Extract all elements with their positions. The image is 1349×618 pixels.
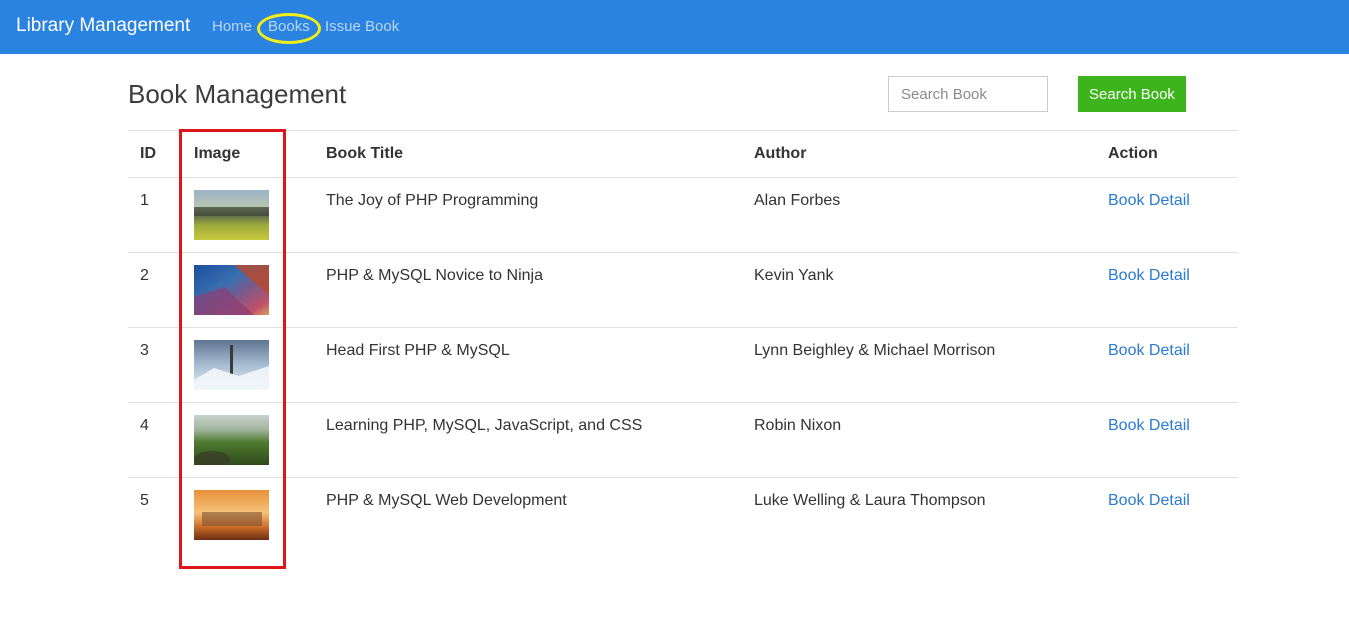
cell-book-title: Head First PHP & MySQL: [314, 327, 742, 403]
cell-action: Book Detail: [1096, 252, 1238, 328]
cell-id: 2: [128, 252, 182, 328]
header-author: Author: [742, 130, 1096, 178]
table-header-row: ID Image Book Title Author Action: [128, 130, 1238, 178]
book-detail-link[interactable]: Book Detail: [1108, 192, 1190, 209]
cell-id: 5: [128, 477, 182, 553]
cell-book-title: PHP & MySQL Novice to Ninja: [314, 252, 742, 328]
cell-id: 4: [128, 402, 182, 478]
cell-id: 3: [128, 327, 182, 403]
table-row: 5 PHP & MySQL Web Development Luke Welli…: [128, 477, 1238, 553]
book-detail-link[interactable]: Book Detail: [1108, 417, 1190, 434]
header-action: Action: [1096, 130, 1238, 178]
table-row: 4 Learning PHP, MySQL, JavaScript, and C…: [128, 402, 1238, 478]
book-detail-link[interactable]: Book Detail: [1108, 267, 1190, 284]
navbar: Library Management Home Books Issue Book: [0, 0, 1349, 54]
nav-link-home[interactable]: Home: [212, 18, 252, 35]
cell-book-title: PHP & MySQL Web Development: [314, 477, 742, 553]
table-row: 1 The Joy of PHP Programming Alan Forbes…: [128, 177, 1238, 253]
navbar-brand[interactable]: Library Management: [16, 15, 190, 37]
cell-author: Alan Forbes: [742, 177, 1096, 253]
cell-book-title: The Joy of PHP Programming: [314, 177, 742, 253]
highlight-ellipse-annotation: [257, 13, 321, 44]
table-row: 3 Head First PHP & MySQL Lynn Beighley &…: [128, 327, 1238, 403]
table-row: 2 PHP & MySQL Novice to Ninja Kevin Yank…: [128, 252, 1238, 328]
book-detail-link[interactable]: Book Detail: [1108, 342, 1190, 359]
cell-id: 1: [128, 177, 182, 253]
cell-author: Lynn Beighley & Michael Morrison: [742, 327, 1096, 403]
image-column-highlight-box: [179, 129, 286, 569]
nav-link-issue-book[interactable]: Issue Book: [325, 18, 399, 35]
cell-action: Book Detail: [1096, 177, 1238, 253]
book-detail-link[interactable]: Book Detail: [1108, 492, 1190, 509]
cell-author: Luke Welling & Laura Thompson: [742, 477, 1096, 553]
cell-action: Book Detail: [1096, 327, 1238, 403]
cell-author: Robin Nixon: [742, 402, 1096, 478]
cell-book-title: Learning PHP, MySQL, JavaScript, and CSS: [314, 402, 742, 478]
cell-author: Kevin Yank: [742, 252, 1096, 328]
header-book-title: Book Title: [314, 130, 742, 178]
page-title: Book Management: [128, 79, 347, 109]
header-id: ID: [128, 130, 182, 178]
cell-action: Book Detail: [1096, 402, 1238, 478]
search-button[interactable]: Search Book: [1078, 76, 1186, 112]
search-input[interactable]: [888, 76, 1048, 112]
cell-action: Book Detail: [1096, 477, 1238, 553]
book-table: ID Image Book Title Author Action 1 The …: [128, 130, 1238, 553]
